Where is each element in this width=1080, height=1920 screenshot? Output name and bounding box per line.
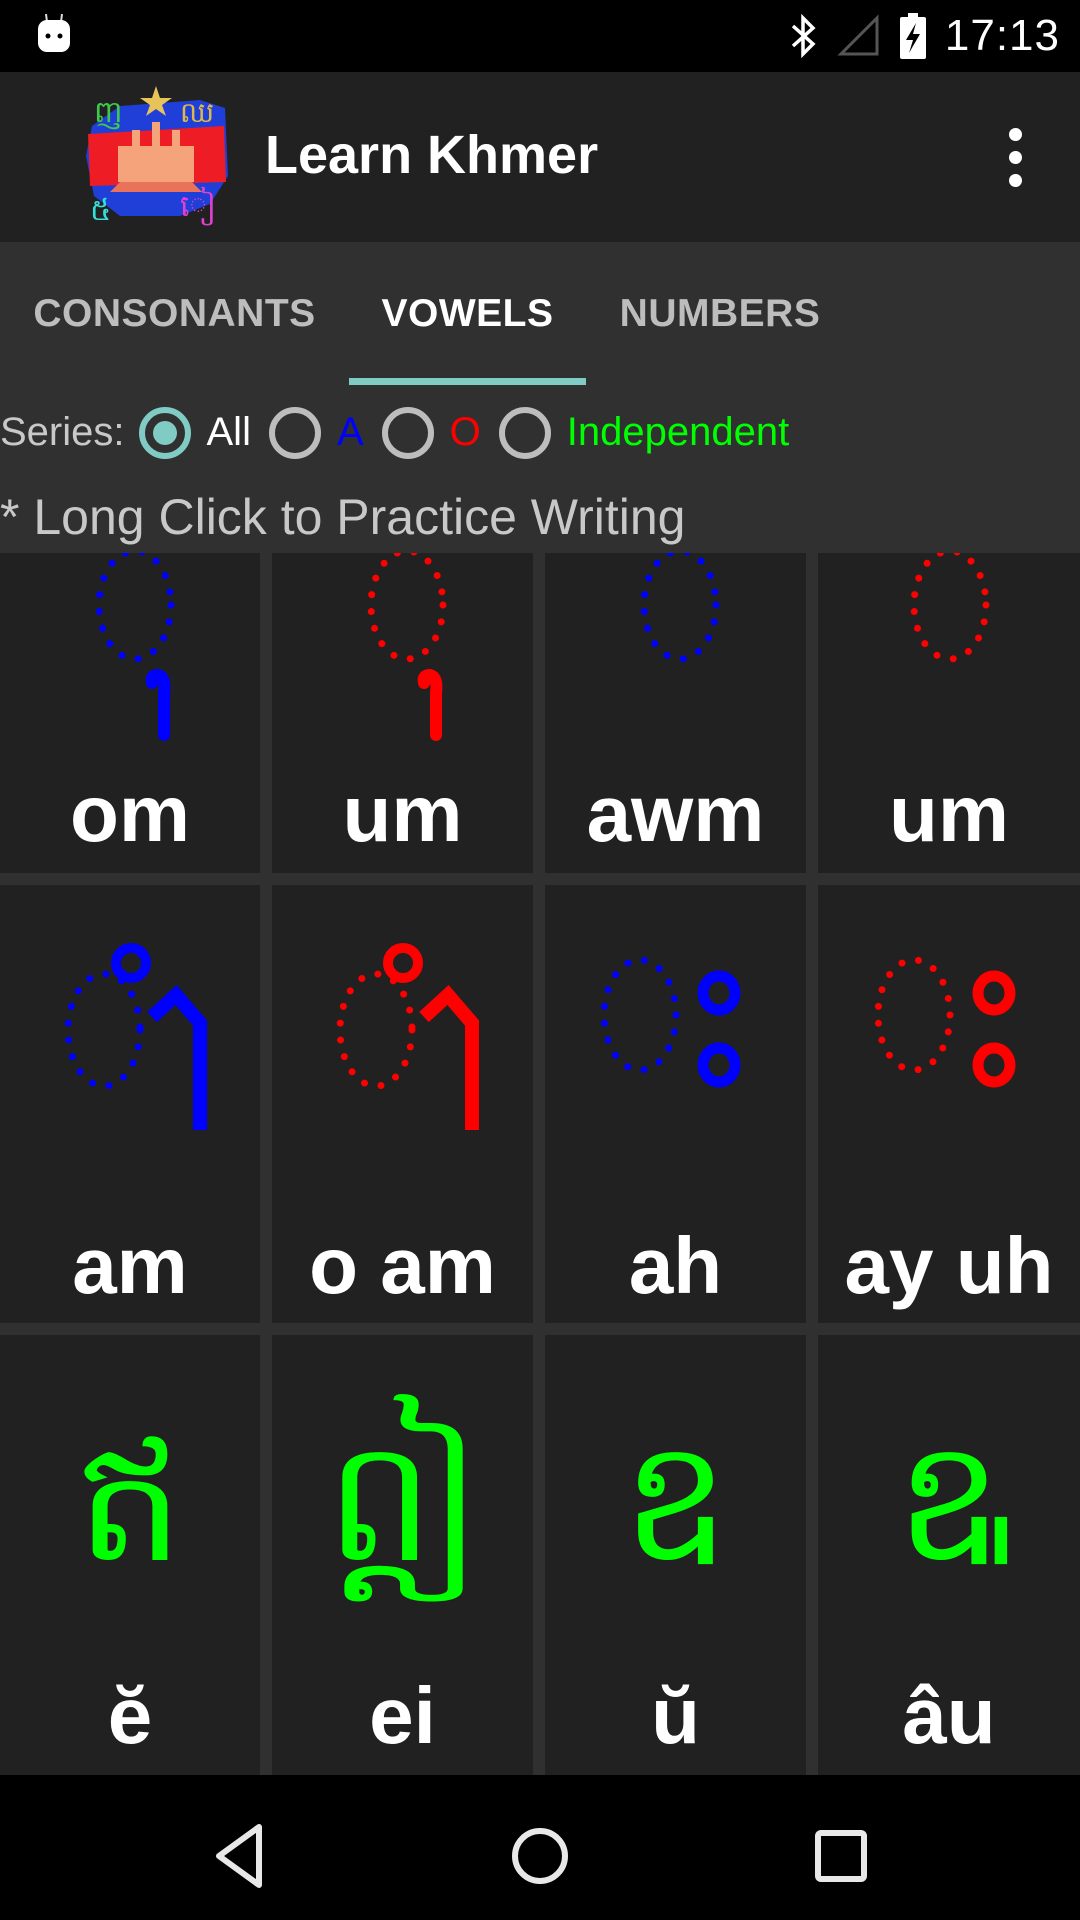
vowel-grid: om um awm um am o am ah ay uh ឥ ĕ ឦ ei ឧ… xyxy=(0,553,1080,1775)
active-tab-indicator xyxy=(349,378,586,385)
vowel-glyph-icon xyxy=(874,956,1016,1088)
vowel-card[interactable]: ឥ ĕ xyxy=(0,1335,260,1775)
vowel-romanization: um xyxy=(889,769,1009,858)
vowel-glyph-icon xyxy=(910,553,990,663)
radio-a-series[interactable] xyxy=(268,406,321,459)
clock: 17:13 xyxy=(944,11,1060,60)
svg-text:ៀ: ៀ xyxy=(180,186,216,226)
tab-bar: CONSONANTS VOWELS NUMBERS xyxy=(0,242,1080,385)
vowel-romanization: ei xyxy=(369,1671,436,1760)
vowel-card[interactable]: o am xyxy=(272,885,533,1323)
recents-icon[interactable] xyxy=(795,1805,885,1895)
vowel-romanization: awm xyxy=(586,769,765,858)
radio-o-series[interactable] xyxy=(381,406,434,459)
cambodia-flag-logo: ញ ឈ ៥ ៀ xyxy=(86,86,228,226)
vowel-glyph: ឥ xyxy=(76,1407,184,1597)
radio-independent[interactable] xyxy=(498,406,551,459)
series-filter: Series: All A O Independent xyxy=(0,395,807,470)
tab-numbers[interactable]: NUMBERS xyxy=(586,242,854,385)
vowel-glyph-icon xyxy=(95,553,175,741)
vowel-card[interactable]: om xyxy=(0,553,260,873)
vowel-card[interactable]: um xyxy=(818,553,1080,873)
vowel-glyph-icon xyxy=(640,553,720,663)
overflow-menu-icon[interactable] xyxy=(980,122,1050,192)
app-title: Learn Khmer xyxy=(265,125,599,185)
vowel-romanization: ŭ xyxy=(651,1671,700,1760)
vowel-glyph: ឩ xyxy=(895,1407,1003,1597)
radio-all[interactable] xyxy=(138,406,191,459)
bluetooth-icon xyxy=(791,14,816,58)
svg-text:ឈ: ឈ xyxy=(180,96,214,129)
radio-independent-label[interactable]: Independent xyxy=(567,410,789,455)
status-bar: 17:13 xyxy=(0,0,1080,72)
vowel-romanization: ĕ xyxy=(107,1671,153,1760)
vowel-romanization: am xyxy=(72,1221,188,1310)
radio-a-series-label[interactable]: A xyxy=(337,410,364,455)
vowel-card[interactable]: ឦ ei xyxy=(272,1335,533,1775)
vowel-card[interactable]: ah xyxy=(545,885,806,1323)
tab-vowels[interactable]: VOWELS xyxy=(349,242,586,385)
signal-icon xyxy=(837,14,879,56)
practice-hint: * Long Click to Practice Writing xyxy=(0,489,686,545)
svg-text:៥: ៥ xyxy=(90,193,111,226)
tab-consonants[interactable]: CONSONANTS xyxy=(0,242,349,385)
vowel-glyph: ឧ xyxy=(621,1407,730,1597)
vowel-romanization: um xyxy=(342,769,463,858)
vowel-romanization: âu xyxy=(902,1671,996,1760)
vowel-romanization: om xyxy=(70,769,190,858)
vowel-glyph-icon xyxy=(367,553,447,741)
vowel-card[interactable]: ឩ âu xyxy=(818,1335,1080,1775)
vowel-romanization: o am xyxy=(309,1221,496,1310)
back-icon[interactable] xyxy=(195,1805,285,1895)
series-label: Series: xyxy=(0,410,125,454)
vowel-card[interactable]: um xyxy=(272,553,533,873)
android-debug-icon xyxy=(38,14,70,52)
vowel-card[interactable]: ay uh xyxy=(818,885,1080,1323)
vowel-glyph-icon xyxy=(600,956,741,1088)
vowel-card[interactable]: ឧ ŭ xyxy=(545,1335,806,1775)
vowel-card[interactable]: am xyxy=(0,885,260,1323)
radio-all-label[interactable]: All xyxy=(207,410,251,455)
battery-charging-icon xyxy=(899,13,926,59)
vowel-card[interactable]: awm xyxy=(545,553,806,873)
app-toolbar: ញ ឈ ៥ ៀ Learn Khmer xyxy=(0,72,1080,242)
vowel-romanization: ah xyxy=(628,1221,723,1310)
radio-o-series-label[interactable]: O xyxy=(450,410,481,455)
vowel-glyph: ឦ xyxy=(325,1407,480,1597)
vowel-romanization: ay uh xyxy=(844,1221,1054,1310)
svg-text:ញ: ញ xyxy=(94,95,123,130)
system-nav-bar xyxy=(0,1775,1080,1920)
vowel-glyph-icon xyxy=(64,943,207,1130)
vowel-glyph-icon xyxy=(336,943,479,1130)
home-icon[interactable] xyxy=(495,1805,585,1895)
